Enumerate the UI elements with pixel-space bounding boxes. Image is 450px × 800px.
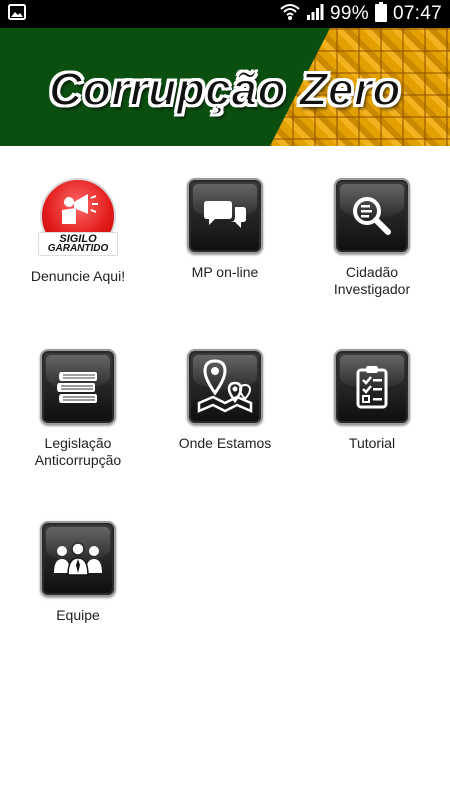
team-icon <box>40 521 116 597</box>
chat-icon <box>187 178 263 254</box>
menu-item-tutorial[interactable]: Tutorial <box>299 349 445 452</box>
map-pins-icon <box>187 349 263 425</box>
books-icon <box>40 349 116 425</box>
checklist-icon <box>334 349 410 425</box>
menu-item-label: MP on-line <box>191 264 259 280</box>
app-banner: Corrupção Zero <box>0 28 450 146</box>
image-icon <box>8 3 26 26</box>
menu-item-mp-online[interactable]: MP on-line <box>152 178 298 281</box>
menu-item-label: Legislação Anticorrupção <box>34 435 122 468</box>
menu-item-legislacao[interactable]: Legislação Anticorrupção <box>5 349 151 469</box>
menu-item-denuncie[interactable]: SIGILO GARANTIDO Denuncie Aqui! <box>5 178 151 285</box>
menu-item-label: Cidadão Investigador <box>333 264 411 297</box>
menu-item-label: Onde Estamos <box>178 435 272 451</box>
signal-icon <box>306 3 324 26</box>
search-document-icon <box>334 178 410 254</box>
menu-item-label: Denuncie Aqui! <box>30 268 126 284</box>
battery-icon <box>374 1 387 27</box>
sigilo-garantido-icon: SIGILO GARANTIDO <box>38 178 118 258</box>
menu-item-equipe[interactable]: Equipe <box>5 521 151 624</box>
battery-percent: 99% <box>330 3 369 24</box>
wifi-icon <box>280 3 300 26</box>
status-bar: 99% 07:47 <box>0 0 450 28</box>
app-title: Corrupção Zero <box>48 62 402 116</box>
menu-item-onde-estamos[interactable]: Onde Estamos <box>152 349 298 452</box>
menu-item-label: Equipe <box>56 607 100 623</box>
menu-item-cidadao-investigador[interactable]: Cidadão Investigador <box>299 178 445 298</box>
menu-item-label: Tutorial <box>348 435 396 451</box>
clock: 07:47 <box>392 3 442 24</box>
